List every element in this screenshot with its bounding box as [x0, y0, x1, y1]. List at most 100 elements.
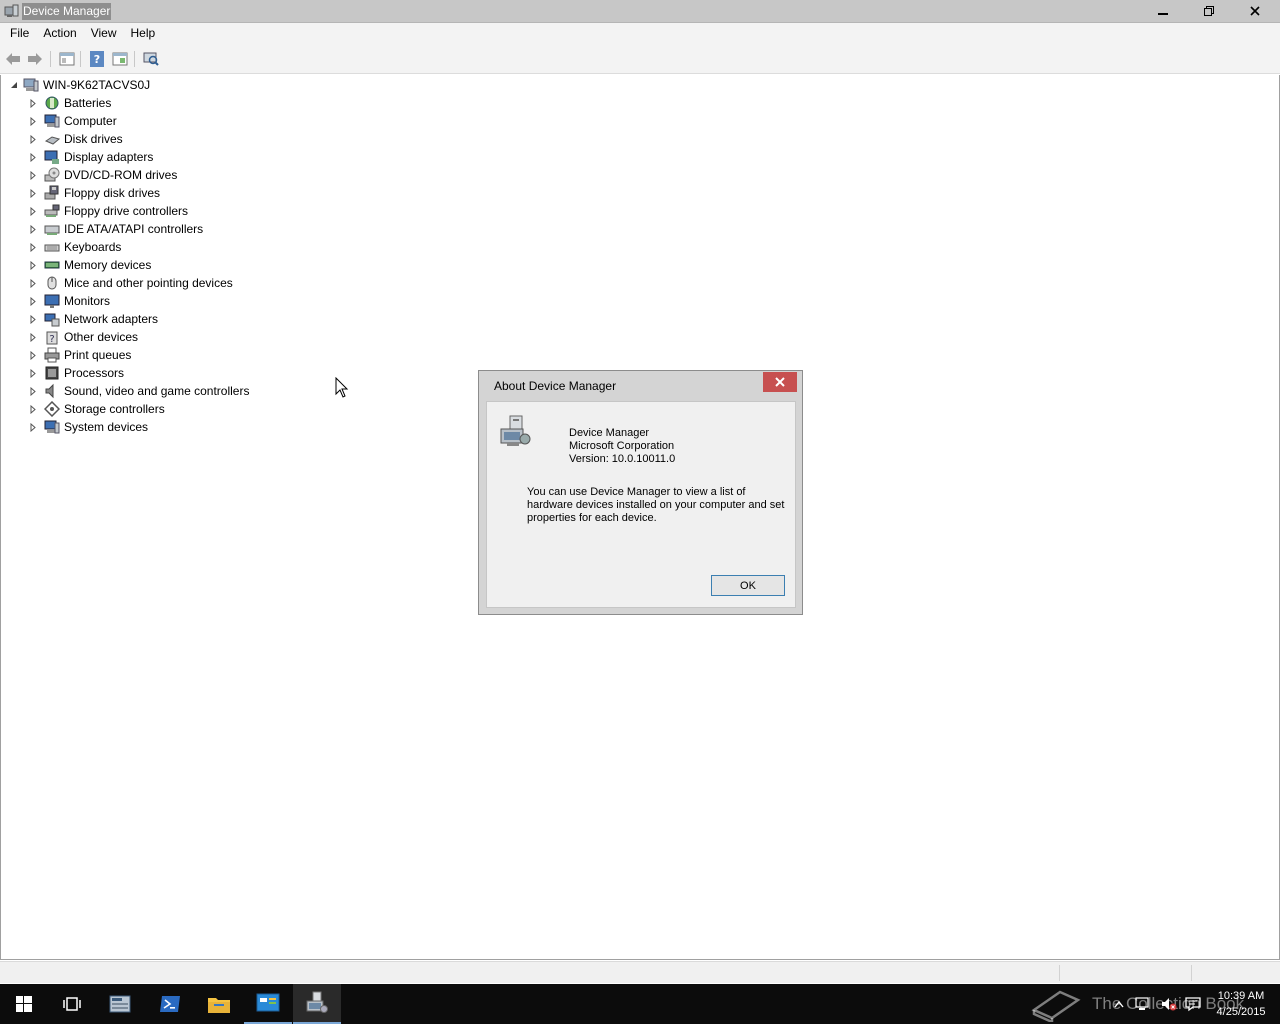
- dialog-company: Microsoft Corporation: [569, 440, 675, 452]
- properties-button[interactable]: [110, 49, 130, 69]
- tree-category[interactable]: DVD/CD-ROM drives: [28, 166, 177, 184]
- tree-category[interactable]: Floppy drive controllers: [28, 202, 188, 220]
- expand-arrow-icon[interactable]: [28, 224, 38, 234]
- tree-category-label: Display adapters: [64, 150, 154, 164]
- tree-category[interactable]: Display adapters: [28, 148, 153, 166]
- tree-category[interactable]: ? Other devices: [28, 328, 138, 346]
- tree-category[interactable]: Network adapters: [28, 310, 158, 328]
- toolbar-separator: [50, 51, 51, 67]
- tree-category-label: Keyboards: [64, 240, 122, 254]
- dialog-title: About Device Manager: [494, 379, 617, 393]
- expand-arrow-icon[interactable]: [28, 368, 38, 378]
- start-button[interactable]: [0, 984, 48, 1024]
- taskbar-file-explorer[interactable]: [195, 984, 243, 1024]
- clock-date: 4/25/2015: [1216, 1006, 1266, 1018]
- tree-category[interactable]: Batteries: [28, 94, 111, 112]
- minimize-button[interactable]: [1140, 0, 1186, 22]
- processor-icon: [44, 365, 60, 381]
- close-button[interactable]: [1232, 0, 1278, 22]
- tree-category[interactable]: Computer: [28, 112, 117, 130]
- about-dialog: About Device Manager Device Manager Micr…: [478, 370, 803, 615]
- show-hide-console-tree-button[interactable]: [57, 49, 77, 69]
- volume-muted-icon: [1162, 998, 1177, 1011]
- toolbar-separator: [80, 51, 81, 67]
- notification-icon: [1185, 997, 1201, 1012]
- dvd-drive-icon: [44, 167, 60, 183]
- printer-icon: [44, 347, 60, 363]
- expand-arrow-icon[interactable]: [28, 422, 38, 432]
- windows-logo-icon: [16, 996, 32, 1012]
- taskbar-powershell[interactable]: [146, 984, 194, 1024]
- tree-category[interactable]: Mice and other pointing devices: [28, 274, 233, 292]
- restore-icon: [1204, 6, 1214, 16]
- tree-category-label: Memory devices: [64, 258, 152, 272]
- expand-arrow-icon[interactable]: [28, 260, 38, 270]
- expand-arrow-icon[interactable]: [28, 188, 38, 198]
- mouse-icon: [44, 275, 60, 291]
- tree-category[interactable]: Memory devices: [28, 256, 151, 274]
- task-view-button[interactable]: [48, 984, 96, 1024]
- tray-volume[interactable]: [1160, 996, 1178, 1012]
- expand-arrow-icon[interactable]: [28, 404, 38, 414]
- taskbar-server-manager[interactable]: [97, 984, 145, 1024]
- menu-view[interactable]: View: [84, 23, 124, 44]
- tree-category[interactable]: Storage controllers: [28, 400, 165, 418]
- expand-arrow-icon[interactable]: [28, 278, 38, 288]
- dialog-product-name: Device Manager: [569, 427, 650, 439]
- expand-arrow-icon[interactable]: [28, 386, 38, 396]
- server-manager-icon: [109, 995, 131, 1013]
- expand-arrow-icon[interactable]: [28, 152, 38, 162]
- ok-button[interactable]: OK: [711, 575, 785, 596]
- expand-arrow-icon[interactable]: [28, 206, 38, 216]
- collapse-arrow-icon[interactable]: [9, 80, 19, 90]
- tree-category[interactable]: IDE ATA/ATAPI controllers: [28, 220, 203, 238]
- expand-arrow-icon[interactable]: [28, 296, 38, 306]
- tree-category-label: Batteries: [64, 96, 112, 110]
- expand-arrow-icon[interactable]: [28, 134, 38, 144]
- clock[interactable]: 10:39 AM 4/25/2015: [1206, 988, 1276, 1020]
- tree-category[interactable]: Print queues: [28, 346, 131, 364]
- expand-arrow-icon[interactable]: [28, 242, 38, 252]
- folder-icon: [208, 998, 230, 1013]
- tray-network[interactable]: [1134, 996, 1152, 1012]
- tree-category[interactable]: Monitors: [28, 292, 110, 310]
- clock-time: 10:39 AM: [1217, 990, 1265, 1002]
- svg-text:?: ?: [49, 334, 54, 345]
- tree-category[interactable]: Disk drives: [28, 130, 123, 148]
- taskbar: The Collection Book 10:39 AM 4/25/2015: [0, 984, 1280, 1024]
- menu-action[interactable]: Action: [36, 23, 83, 44]
- dialog-close-button[interactable]: [763, 372, 797, 392]
- tree-category[interactable]: Sound, video and game controllers: [28, 382, 249, 400]
- back-button[interactable]: [3, 49, 23, 69]
- computer-icon: [23, 77, 39, 93]
- expand-arrow-icon[interactable]: [28, 314, 38, 324]
- help-button[interactable]: ?: [87, 49, 107, 69]
- display-adapter-icon: [44, 149, 60, 165]
- expand-arrow-icon[interactable]: [28, 170, 38, 180]
- taskbar-device-manager[interactable]: [293, 984, 341, 1024]
- keyboard-icon: [44, 239, 60, 255]
- menu-file[interactable]: File: [3, 23, 36, 44]
- scan-hardware-button[interactable]: [141, 49, 161, 69]
- tree-category[interactable]: Floppy disk drives: [28, 184, 160, 202]
- expand-arrow-icon[interactable]: [28, 332, 38, 342]
- forward-button[interactable]: [25, 49, 45, 69]
- menu-help[interactable]: Help: [124, 23, 163, 44]
- tree-root[interactable]: WIN-9K62TACVS0J: [9, 76, 150, 94]
- expand-arrow-icon[interactable]: [28, 98, 38, 108]
- tray-action-center[interactable]: [1184, 996, 1202, 1012]
- tree-category[interactable]: Keyboards: [28, 238, 121, 256]
- restore-button[interactable]: [1186, 0, 1232, 22]
- expand-arrow-icon[interactable]: [28, 350, 38, 360]
- tree-category[interactable]: Processors: [28, 364, 124, 382]
- status-divider: [1059, 965, 1060, 981]
- tree-category[interactable]: System devices: [28, 418, 148, 436]
- expand-arrow-icon[interactable]: [28, 116, 38, 126]
- taskbar-control-panel[interactable]: [244, 984, 292, 1024]
- dialog-description: You can use Device Manager to view a lis…: [527, 486, 785, 524]
- minimize-icon: [1158, 13, 1168, 15]
- disk-drive-icon: [44, 131, 60, 147]
- show-hidden-icons-button[interactable]: [1110, 996, 1128, 1012]
- device-manager-app-icon[interactable]: [4, 4, 19, 19]
- tree-category-label: Sound, video and game controllers: [64, 384, 250, 398]
